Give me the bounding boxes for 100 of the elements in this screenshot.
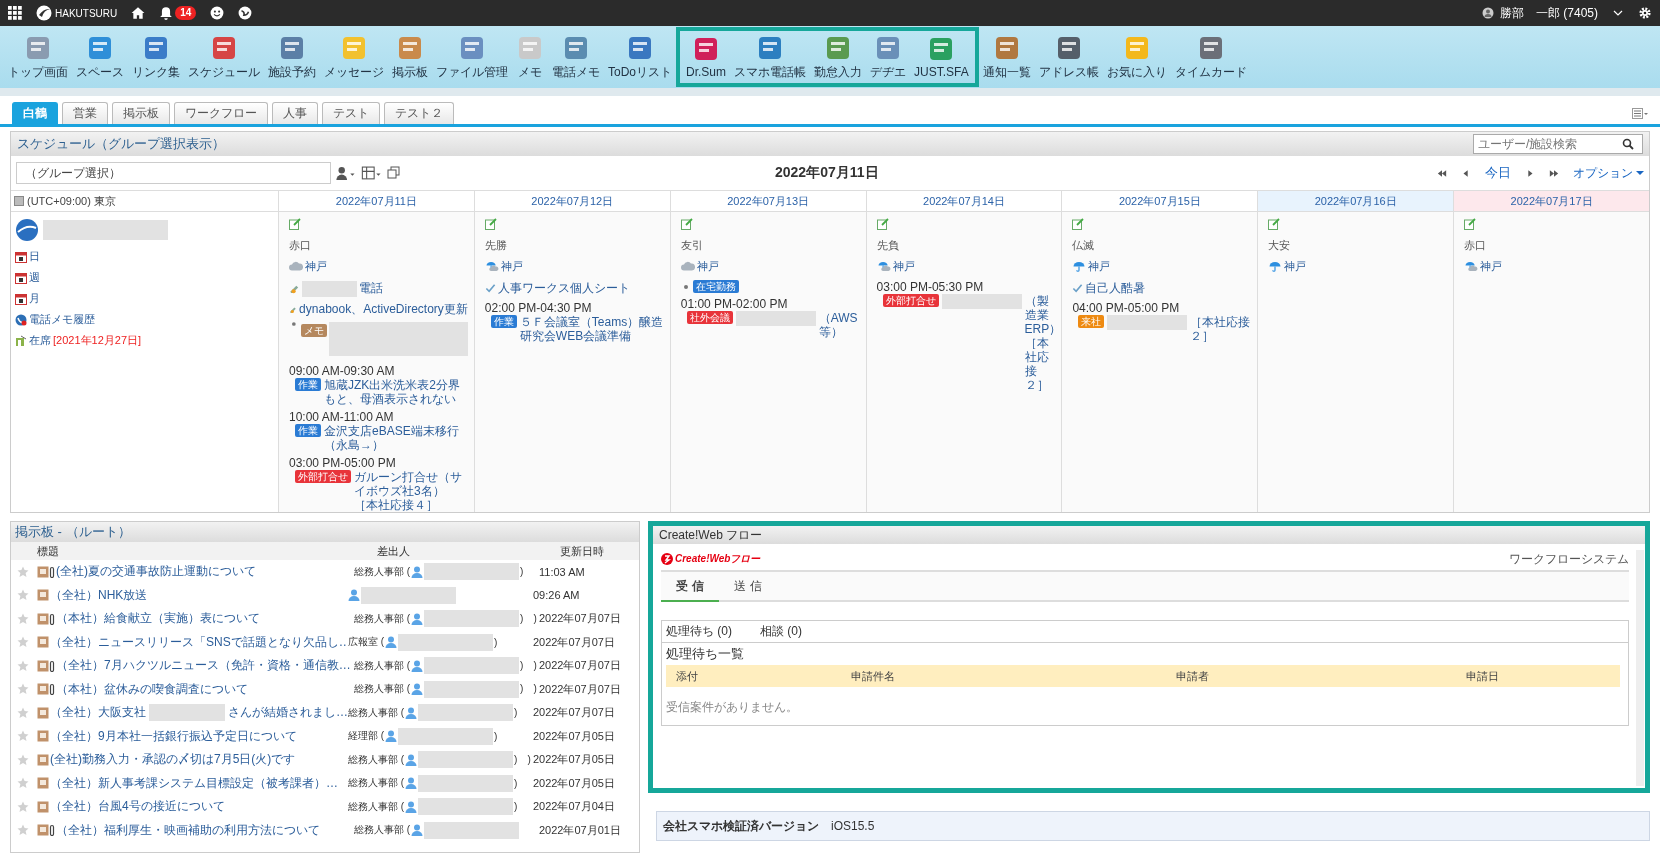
caret-icon[interactable] (1636, 170, 1644, 176)
post-title-link[interactable]: （全社）9月本社一括銀行振込予定日について (50, 727, 297, 745)
toolbar-item[interactable]: お気に入り (1102, 27, 1171, 87)
event-link[interactable]: ガルーン打合せ（サイボウズ社3名）［本社応接４］ (354, 470, 468, 512)
post-title-link[interactable]: （全社）福利厚生・映画補助の利用方法について (56, 821, 320, 839)
star-icon[interactable] (17, 730, 29, 743)
event-link[interactable]: ［本社応接２］ (1190, 315, 1252, 343)
tab[interactable]: 人事 (272, 102, 318, 124)
star-icon[interactable] (17, 706, 29, 719)
day-header[interactable]: 2022年07月15日 (1061, 190, 1258, 211)
toolbar-item[interactable]: アドレス帳 (1034, 27, 1103, 87)
star-icon[interactable] (17, 824, 29, 837)
edit-icon[interactable] (680, 218, 693, 230)
star-icon[interactable] (17, 683, 29, 696)
smiley-icon[interactable] (210, 6, 225, 20)
post-title-link[interactable]: (全社)夏の交通事故防止運動について (56, 563, 256, 581)
options-button[interactable]: オプション (1573, 164, 1644, 182)
post-title-link[interactable]: (全社)勤務入力・承認の〆切は7月5日(火)です (50, 751, 296, 769)
event-link[interactable]: ５Ｆ会議室（Teams）醸造研究会WEB会議準備 (519, 315, 664, 343)
brand-name[interactable]: HAKUTSURU (55, 7, 118, 19)
event-link[interactable]: 金沢支店eBASE端末移行（永島→） (324, 424, 468, 452)
tab[interactable]: 営業 (62, 102, 108, 124)
event-link[interactable]: 旭蔵JZK出米洗米表2分界もと、母酒表示されない (324, 378, 468, 406)
tab[interactable]: テスト (322, 102, 380, 124)
star-icon[interactable] (17, 612, 29, 625)
tab[interactable]: 送 信 (719, 572, 777, 600)
tab[interactable]: テスト２ (384, 102, 454, 124)
home-icon[interactable] (131, 6, 146, 20)
post-title-link[interactable]: （本社）給食献立（実施）表について (56, 610, 260, 628)
toolbar-item[interactable]: リンク集 (128, 27, 184, 87)
day-header[interactable]: 2022年07月16日 (1257, 190, 1454, 211)
today-button[interactable]: 今日 (1485, 164, 1511, 182)
day-header[interactable]: 2022年07月14日 (865, 190, 1062, 211)
star-icon[interactable] (17, 800, 29, 813)
toolbar-item[interactable]: ToDoリスト (604, 27, 676, 87)
subtab[interactable]: 相談 (0) (760, 623, 802, 640)
star-icon[interactable] (17, 636, 29, 649)
edit-icon[interactable] (876, 218, 889, 230)
edit-icon[interactable] (484, 218, 497, 230)
toolbar-item[interactable]: スペース (72, 27, 128, 87)
star-icon[interactable] (17, 659, 29, 672)
user-name[interactable]: 勝部 一郎 (7405) (1499, 4, 1598, 22)
day-header[interactable]: 2022年07月12日 (473, 190, 670, 211)
post-title-link[interactable]: （本社）盆休みの喫食調査について (56, 680, 248, 698)
task-link[interactable]: 電話 (359, 280, 383, 297)
toolbar-item[interactable]: 通知一覧 (978, 27, 1035, 87)
toolbar-item[interactable]: ファイル管理 (432, 27, 512, 87)
day-header[interactable]: 2022年07月13日 (669, 190, 866, 211)
double-right-arrow-icon[interactable] (1549, 168, 1559, 178)
schedule-link[interactable]: 在席 (29, 333, 51, 348)
toolbar-item[interactable]: 掲示板 (388, 27, 432, 87)
post-title-link[interactable]: （全社）台風4号の接近について (50, 798, 225, 816)
toolbar-item[interactable]: メモ (512, 27, 548, 87)
person-dropdown-icon[interactable] (335, 165, 357, 181)
grid-dropdown-icon[interactable] (361, 165, 383, 181)
right-arrow-icon[interactable] (1525, 168, 1535, 178)
search-icon[interactable] (1622, 138, 1634, 150)
post-title-link[interactable]: （全社）NHK放送 (50, 586, 148, 604)
task-link[interactable]: 人事ワークス個人シート (497, 280, 630, 297)
settings-icon[interactable] (1638, 6, 1652, 20)
subtab[interactable]: 処理待ち (0) (666, 623, 732, 640)
edit-icon[interactable] (1072, 218, 1085, 230)
tab[interactable]: 受 信 (661, 572, 719, 602)
list-menu-icon[interactable] (1632, 108, 1648, 120)
edit-icon[interactable] (289, 218, 301, 230)
post-title-link[interactable]: （全社）ニュースリリース「SNSで話題となり欠品し… (50, 633, 348, 651)
grid-menu-icon[interactable] (8, 6, 22, 20)
schedule-link[interactable]: 週 (29, 270, 40, 285)
task-link[interactable]: 自己人酷暑 (1085, 280, 1146, 297)
toolbar-item[interactable]: タイムカード (1170, 27, 1251, 87)
toolbar-item[interactable]: スケジュール (184, 27, 264, 87)
post-title-link[interactable]: （全社）新人事考課システム目標設定（被考課者）… (50, 774, 338, 792)
globe-icon[interactable] (238, 6, 253, 20)
day-header[interactable]: 2022年07月17日 (1453, 190, 1649, 211)
schedule-link[interactable]: 月 (29, 291, 40, 306)
copy-icon[interactable] (387, 166, 401, 180)
edit-icon[interactable] (1268, 218, 1281, 230)
event-link[interactable]: （AWS等） (818, 311, 860, 339)
star-icon[interactable] (17, 753, 29, 766)
schedule-link[interactable]: 電話メモ履歴 (29, 312, 95, 327)
group-select-field[interactable]: （グループ選択） (16, 162, 331, 184)
toolbar-item[interactable]: メッセージ (320, 27, 388, 87)
edit-icon[interactable] (1464, 218, 1477, 230)
scrollbar[interactable] (1636, 550, 1644, 786)
event-link[interactable]: （製造業ERP）［本社応接２］ (1024, 294, 1056, 392)
toolbar-item[interactable]: 施設予約 (264, 27, 320, 87)
post-title-link[interactable]: さんが結婚されまし… (228, 704, 348, 722)
tab[interactable]: ワークフロー (174, 102, 268, 124)
toolbar-item[interactable]: 電話メモ (548, 27, 604, 87)
left-arrow-icon[interactable] (1461, 168, 1471, 178)
star-icon[interactable] (17, 565, 29, 578)
tab[interactable]: 掲示板 (112, 102, 170, 124)
day-header[interactable]: 2022年07月11日 (278, 190, 474, 211)
schedule-link[interactable]: 日 (29, 249, 40, 264)
star-icon[interactable] (17, 777, 29, 790)
toolbar-item[interactable]: トップ画面 (4, 27, 72, 87)
post-title-link[interactable]: （全社）大阪支社 (50, 704, 146, 722)
star-icon[interactable] (17, 589, 29, 602)
double-left-arrow-icon[interactable] (1437, 168, 1447, 178)
bell-icon[interactable] (159, 6, 174, 20)
